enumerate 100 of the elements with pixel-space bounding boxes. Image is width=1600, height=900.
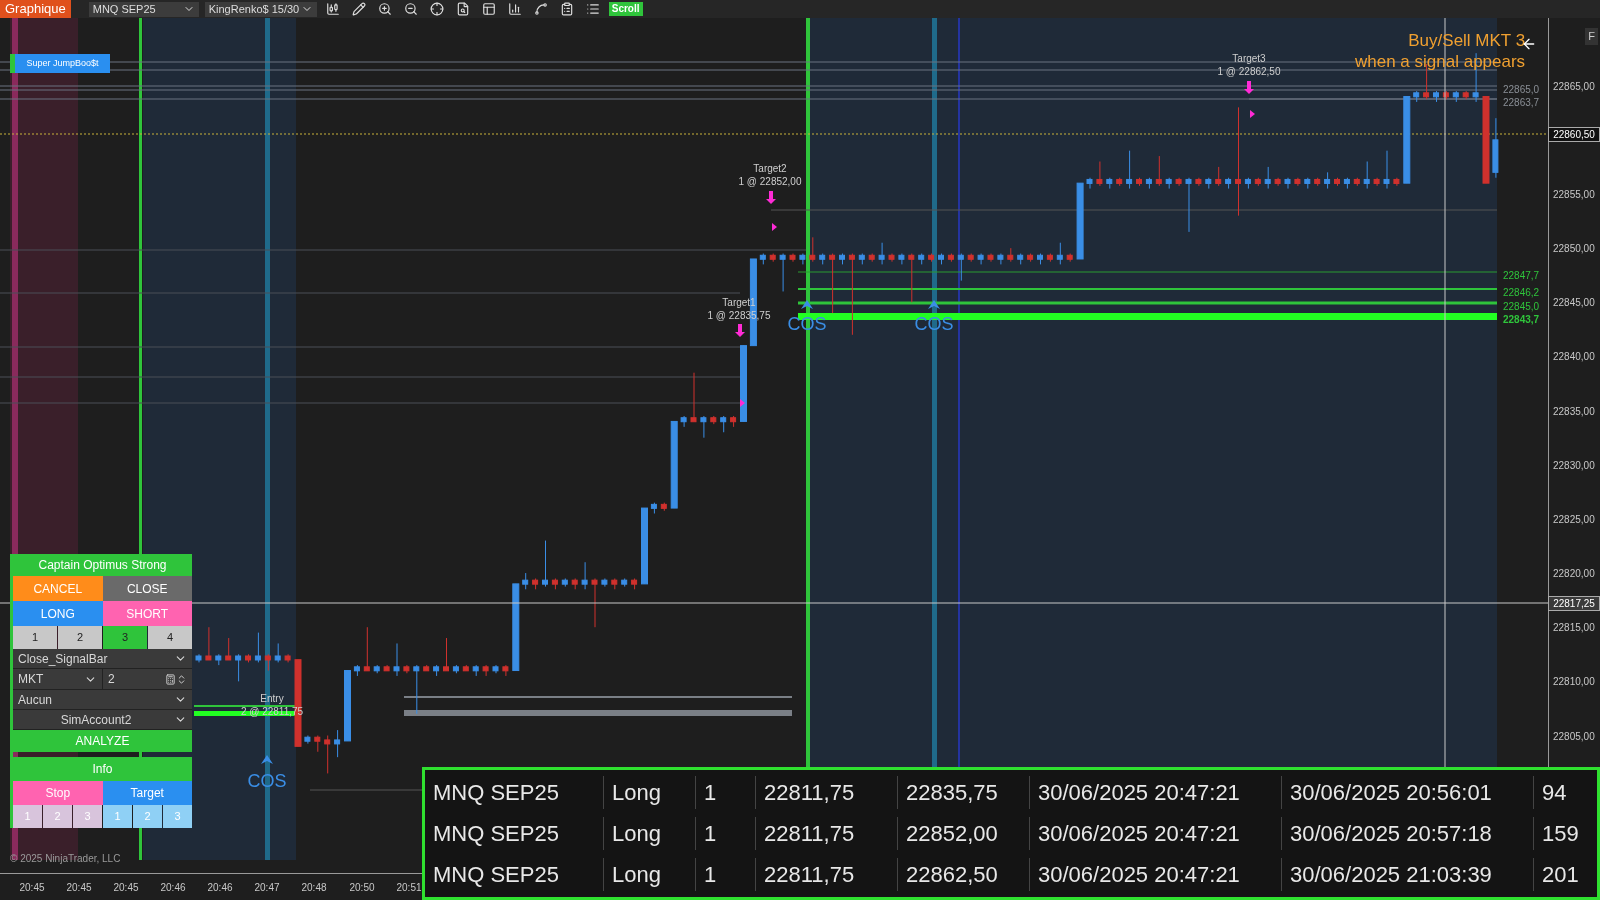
candle bbox=[631, 577, 638, 590]
candle bbox=[1086, 177, 1093, 190]
time-axis-label: 20:45 bbox=[19, 881, 45, 895]
candle bbox=[710, 415, 717, 425]
price-axis-label: 22855,00 bbox=[1553, 188, 1595, 202]
up-arrow-icon bbox=[801, 300, 813, 309]
down-arrow-icon bbox=[1244, 81, 1254, 94]
quantity-button[interactable]: 4 bbox=[148, 626, 192, 649]
candle bbox=[1096, 161, 1103, 187]
candle bbox=[373, 664, 380, 674]
table-cell: 22811,75 bbox=[755, 858, 897, 891]
strategy-dropdown[interactable]: Aucun bbox=[13, 690, 192, 710]
candle bbox=[1373, 177, 1380, 187]
candle bbox=[1027, 253, 1034, 263]
candle bbox=[344, 670, 351, 742]
chart-tab[interactable]: Graphique bbox=[0, 0, 71, 18]
price-level-label: 22847,7 bbox=[1503, 269, 1540, 283]
candle bbox=[1343, 177, 1350, 190]
long-button[interactable]: LONG bbox=[13, 601, 103, 626]
calculator-icon bbox=[165, 673, 176, 685]
candle bbox=[720, 415, 727, 433]
target-level-button[interactable]: 1 bbox=[103, 805, 132, 828]
candle bbox=[1413, 90, 1420, 103]
note-text: when a signal appears bbox=[1355, 51, 1526, 72]
candle bbox=[571, 577, 578, 590]
candle bbox=[611, 577, 618, 590]
close-button[interactable]: CLOSE bbox=[102, 576, 192, 601]
candle bbox=[304, 735, 311, 745]
table-cell: Long bbox=[603, 817, 695, 850]
target-level-button[interactable]: 3 bbox=[163, 805, 192, 828]
exit-mode-dropdown[interactable]: Close_SignalBar bbox=[13, 649, 192, 669]
cancel-button[interactable]: CANCEL bbox=[13, 576, 103, 601]
candle bbox=[918, 253, 925, 265]
note-text: Buy/Sell MKT 3 bbox=[1408, 30, 1526, 51]
candle bbox=[1492, 117, 1499, 179]
time-axis-label: 20:51 bbox=[396, 881, 422, 895]
candle bbox=[363, 626, 370, 672]
table-cell: Long bbox=[603, 858, 695, 891]
indicator-button[interactable]: Super JumpBoo$t bbox=[10, 54, 110, 73]
instrument-dropdown[interactable]: MNQ SEP25 bbox=[88, 1, 199, 17]
analyze-button[interactable]: ANALYZE bbox=[13, 730, 192, 752]
candle bbox=[1205, 177, 1212, 190]
candle bbox=[730, 415, 737, 428]
candle bbox=[1264, 166, 1271, 190]
triangle-marker-icon bbox=[1250, 110, 1255, 118]
time-axis-label: 20:48 bbox=[301, 881, 327, 895]
candle bbox=[1046, 253, 1053, 263]
candle bbox=[888, 253, 895, 263]
time-axis-label: 20:46 bbox=[207, 881, 233, 895]
table-cell: 1 bbox=[695, 776, 755, 809]
candle bbox=[947, 253, 954, 263]
down-arrow-icon bbox=[766, 191, 776, 204]
table-cell: 22811,75 bbox=[755, 776, 897, 809]
short-button[interactable]: SHORT bbox=[102, 601, 192, 626]
candle bbox=[789, 253, 796, 263]
candle bbox=[987, 253, 994, 263]
candle bbox=[700, 415, 707, 439]
candle bbox=[284, 653, 291, 663]
quantity-button[interactable]: 1 bbox=[13, 626, 57, 649]
candle bbox=[1195, 177, 1202, 187]
candle bbox=[1066, 253, 1073, 263]
candle bbox=[1294, 177, 1301, 187]
order-type-dropdown[interactable]: MKT bbox=[13, 669, 103, 690]
candle bbox=[413, 664, 420, 715]
quantity-button[interactable]: 3 bbox=[103, 626, 147, 649]
candle bbox=[1462, 90, 1469, 100]
table-cell: 30/06/2025 20:47:21 bbox=[1029, 817, 1281, 850]
price-axis-label: 22805,00 bbox=[1553, 729, 1595, 744]
table-cell: 94 bbox=[1533, 776, 1597, 809]
table-cell: 159 bbox=[1533, 817, 1597, 850]
quantity-field[interactable]: 2 bbox=[103, 669, 192, 690]
candle bbox=[383, 664, 390, 672]
candle bbox=[274, 642, 281, 663]
signal-label: COS bbox=[914, 313, 954, 336]
table-cell-text: MNQ SEP25 bbox=[432, 861, 560, 889]
order-label-detail: 1 @ 22852,00 bbox=[738, 175, 802, 188]
target-button[interactable]: Target bbox=[102, 781, 192, 805]
account-dropdown[interactable]: SimAccount2 bbox=[13, 710, 192, 730]
price-axis-label: 22840,00 bbox=[1553, 350, 1595, 365]
candle bbox=[601, 577, 608, 588]
target-level-button[interactable]: 2 bbox=[133, 805, 162, 828]
info-button[interactable]: Info bbox=[13, 757, 192, 781]
stop-button[interactable]: Stop bbox=[13, 781, 103, 805]
candle bbox=[1254, 177, 1261, 187]
candle bbox=[878, 242, 885, 265]
triangle-marker-icon bbox=[772, 223, 777, 231]
candle bbox=[829, 253, 836, 314]
price-axis-label: 22815,00 bbox=[1553, 621, 1595, 636]
bar-type-dropdown[interactable]: KingRenko$ 15/30 bbox=[204, 1, 317, 17]
quantity-button[interactable]: 2 bbox=[58, 626, 102, 649]
scroll-button[interactable]: Scroll bbox=[608, 2, 643, 16]
down-arrow-icon bbox=[735, 324, 745, 337]
table-cell: 22862,50 bbox=[897, 858, 1029, 891]
candle bbox=[334, 729, 341, 758]
price-axis-label: 22850,00 bbox=[1553, 242, 1595, 257]
order-label-title: Entry bbox=[260, 692, 284, 705]
candle bbox=[1353, 177, 1360, 187]
corner-button[interactable]: F bbox=[1585, 28, 1598, 45]
price-axis-label: 22865,00 bbox=[1553, 79, 1595, 94]
candle bbox=[1106, 177, 1113, 190]
